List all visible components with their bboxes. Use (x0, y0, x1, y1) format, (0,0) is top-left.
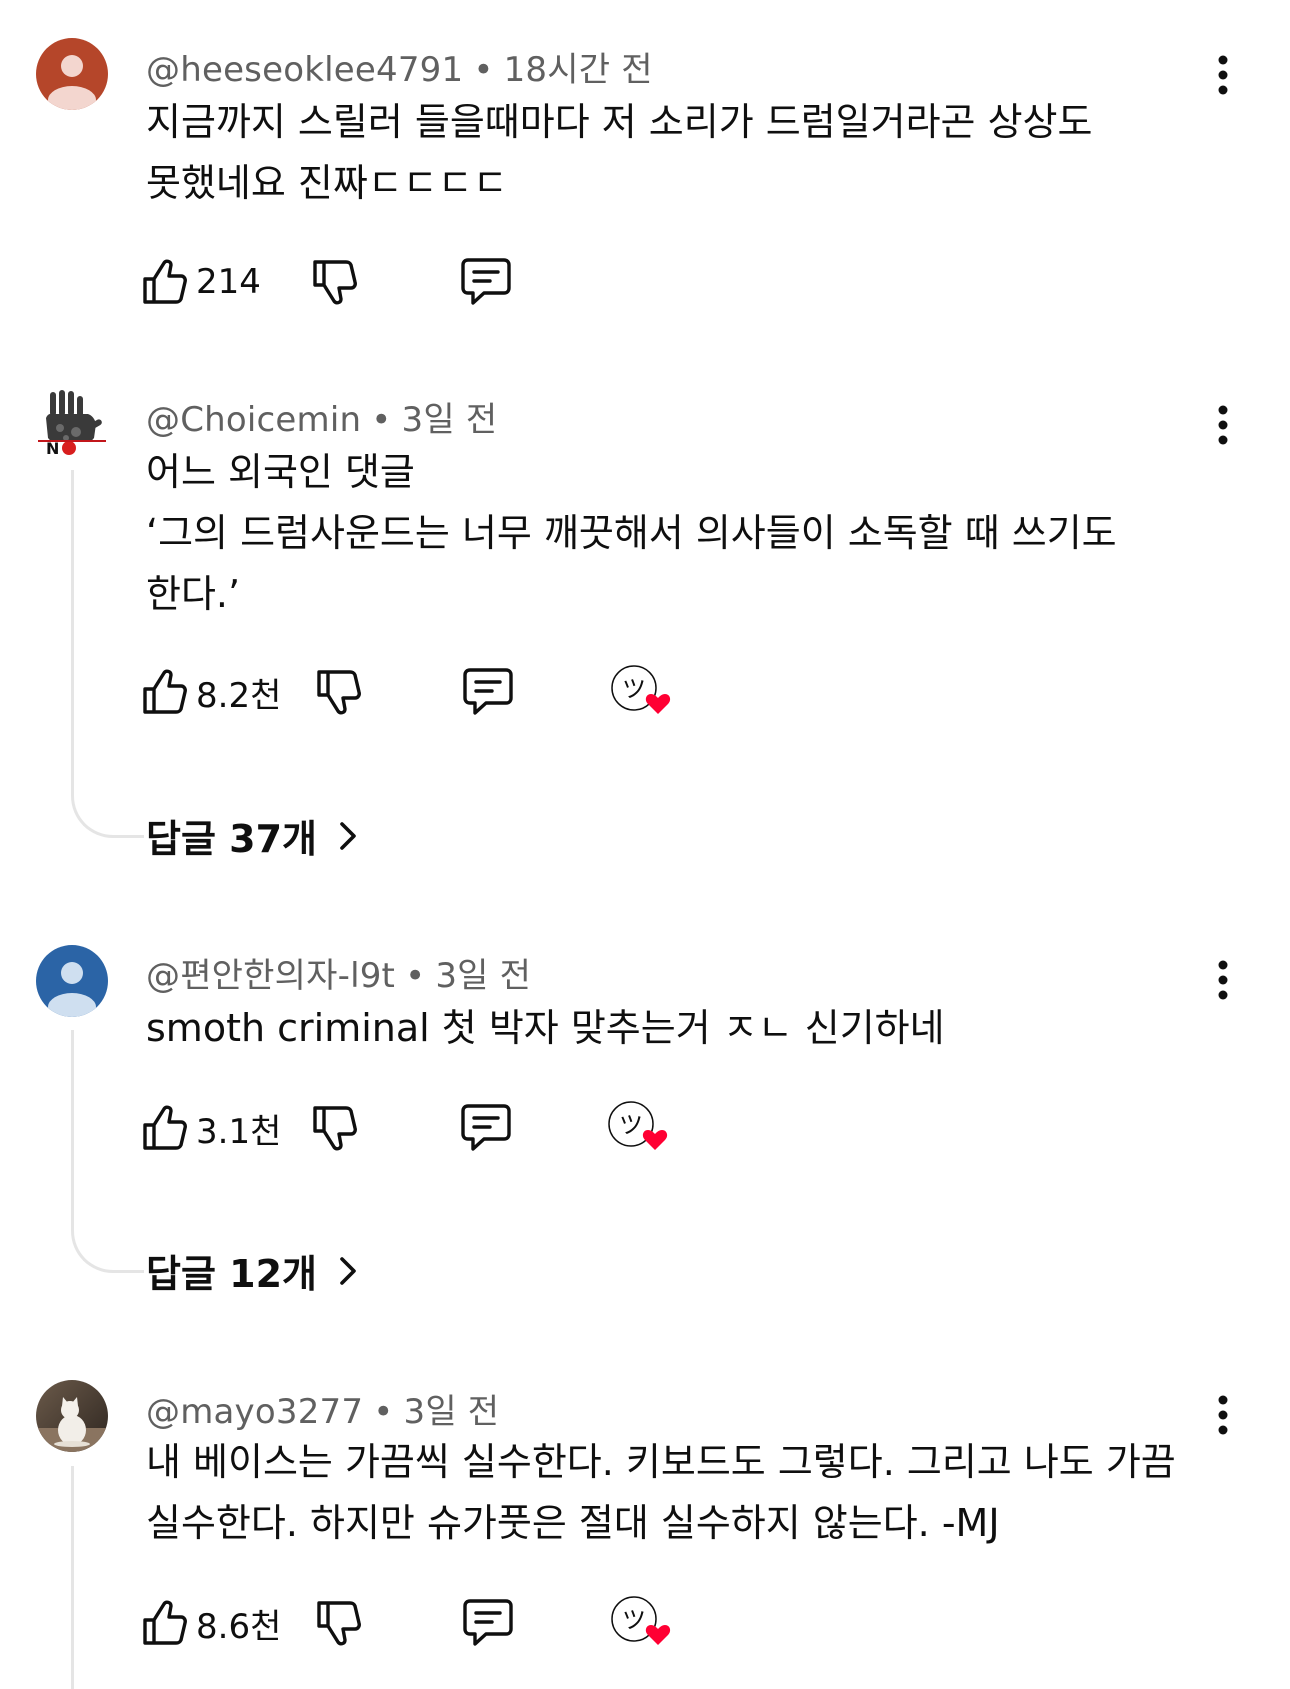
comment-time: 3일 전 (401, 400, 498, 440)
creator-heart-icon: ツ (611, 665, 671, 714)
replies-count: 답글 37개 (146, 817, 317, 861)
like-button[interactable]: 8.2천 (142, 662, 281, 722)
reply-icon (463, 1599, 513, 1646)
avatar[interactable]: N (36, 388, 108, 460)
reply-button[interactable] (460, 252, 512, 312)
replies-count: 답글 12개 (146, 1252, 317, 1296)
comment-text: 내 베이스는 가끔씩 실수한다. 키보드도 그렇다. 그리고 나도 가끔 실수한… (146, 1440, 1188, 1545)
more-options-icon (1218, 405, 1228, 445)
like-icon (143, 259, 187, 304)
comment-meta: @mayo3277 • 3일 전 (146, 1384, 499, 1433)
more-options-icon (1218, 55, 1228, 95)
reply-icon (461, 258, 511, 305)
comment-meta: @heeseoklee4791 • 18시간 전 (146, 42, 653, 91)
creator-heart-icon: ツ (611, 1596, 671, 1645)
author-handle[interactable]: @heeseoklee4791 (146, 50, 463, 90)
dislike-icon (313, 1106, 357, 1151)
like-icon (143, 1105, 187, 1150)
separator-dot: • (371, 400, 392, 440)
handprint-image: N (36, 388, 108, 460)
comment-text: 어느 외국인 댓글 ‘그의 드럼사운드는 너무 깨끗해서 의사들이 소독할 때 … (146, 450, 1117, 616)
more-options-icon (1218, 960, 1228, 1000)
comment-time: 18시간 전 (503, 50, 653, 90)
dislike-button[interactable] (316, 1593, 362, 1653)
reply-thread-line (71, 1466, 74, 1689)
dislike-button[interactable] (312, 252, 358, 312)
dislike-icon (317, 670, 361, 715)
like-count: 3.1천 (196, 1111, 282, 1152)
reply-button[interactable] (460, 1098, 512, 1158)
cat-photo (36, 1380, 108, 1452)
reply-thread-line (71, 470, 144, 838)
reply-icon (461, 1104, 511, 1151)
view-replies-button[interactable]: 답글 12개 (146, 1243, 357, 1298)
creator-heart: ツ (610, 1593, 676, 1653)
avatar[interactable] (36, 945, 108, 1017)
comment-text: 지금까지 스릴러 들을때마다 저 소리가 드럼일거라곤 상상도 못했네요 진짜ㄷ… (146, 100, 1105, 205)
like-icon (143, 1600, 187, 1645)
comment-time: 3일 전 (435, 956, 532, 996)
author-handle[interactable]: @편안한의자-l9t (146, 956, 395, 996)
reply-thread-line (71, 1030, 144, 1273)
separator-dot: • (373, 1392, 394, 1432)
like-count: 8.2천 (196, 675, 282, 716)
comment-text: smoth criminal 첫 박자 맞추는거 ㅈㄴ 신기하네 (146, 1006, 945, 1050)
avatar[interactable] (36, 1380, 108, 1452)
creator-glyph: ツ (619, 1111, 643, 1139)
creator-heart: ツ (607, 1098, 673, 1158)
author-handle[interactable]: @mayo3277 (146, 1392, 363, 1432)
like-count: 8.6천 (196, 1606, 282, 1647)
separator-dot: • (405, 956, 426, 996)
default-person-icon (36, 945, 108, 1017)
chevron-right-icon (340, 821, 356, 850)
comment-time: 3일 전 (403, 1392, 500, 1432)
dislike-button[interactable] (312, 1098, 358, 1158)
creator-glyph: ツ (622, 1606, 646, 1634)
dislike-button[interactable] (316, 662, 362, 722)
reply-button[interactable] (462, 662, 514, 722)
author-handle[interactable]: @Choicemin (146, 400, 361, 440)
like-button[interactable]: 8.6천 (142, 1593, 281, 1653)
like-icon (143, 669, 187, 714)
reply-icon (463, 668, 513, 715)
dislike-icon (313, 260, 357, 305)
creator-heart-icon: ツ (608, 1101, 668, 1150)
view-replies-button[interactable]: 답글 37개 (146, 808, 357, 863)
chevron-right-icon (340, 1256, 356, 1285)
comment-meta: @Choicemin • 3일 전 (146, 392, 497, 441)
avatar[interactable] (36, 38, 108, 110)
creator-glyph: ツ (622, 675, 646, 703)
creator-heart: ツ (610, 662, 676, 722)
like-count: 214 (196, 262, 261, 302)
comment-meta: @편안한의자-l9t • 3일 전 (146, 948, 531, 997)
default-person-icon (36, 38, 108, 110)
like-button[interactable]: 214 (142, 252, 261, 312)
like-button[interactable]: 3.1천 (142, 1098, 281, 1158)
separator-dot: • (473, 50, 494, 90)
more-options-icon (1218, 1395, 1228, 1435)
reply-button[interactable] (462, 1593, 514, 1653)
dislike-icon (317, 1601, 361, 1646)
